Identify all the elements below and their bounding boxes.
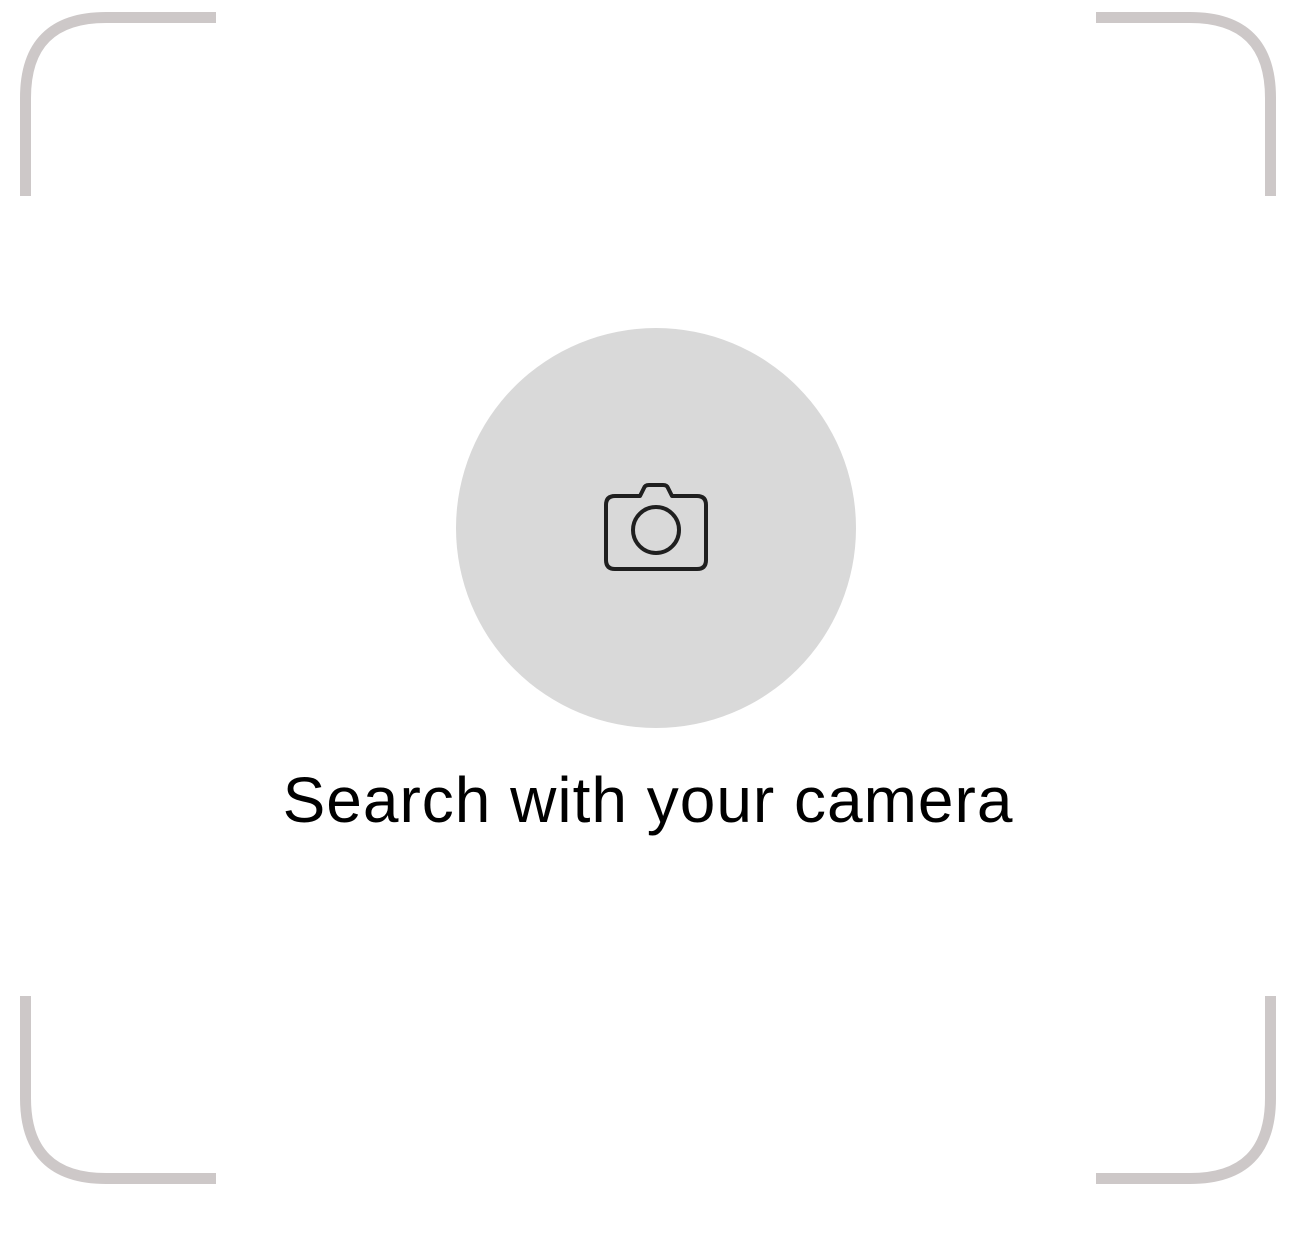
viewfinder-corner-bottom-right <box>1096 996 1276 1184</box>
camera-icon <box>604 483 708 571</box>
viewfinder-corner-bottom-left <box>20 996 216 1184</box>
camera-search-label: Search with your camera <box>282 764 1014 836</box>
camera-search-button[interactable] <box>456 328 856 728</box>
viewfinder-corner-top-right <box>1096 12 1276 196</box>
viewfinder-corner-top-left <box>20 12 216 196</box>
